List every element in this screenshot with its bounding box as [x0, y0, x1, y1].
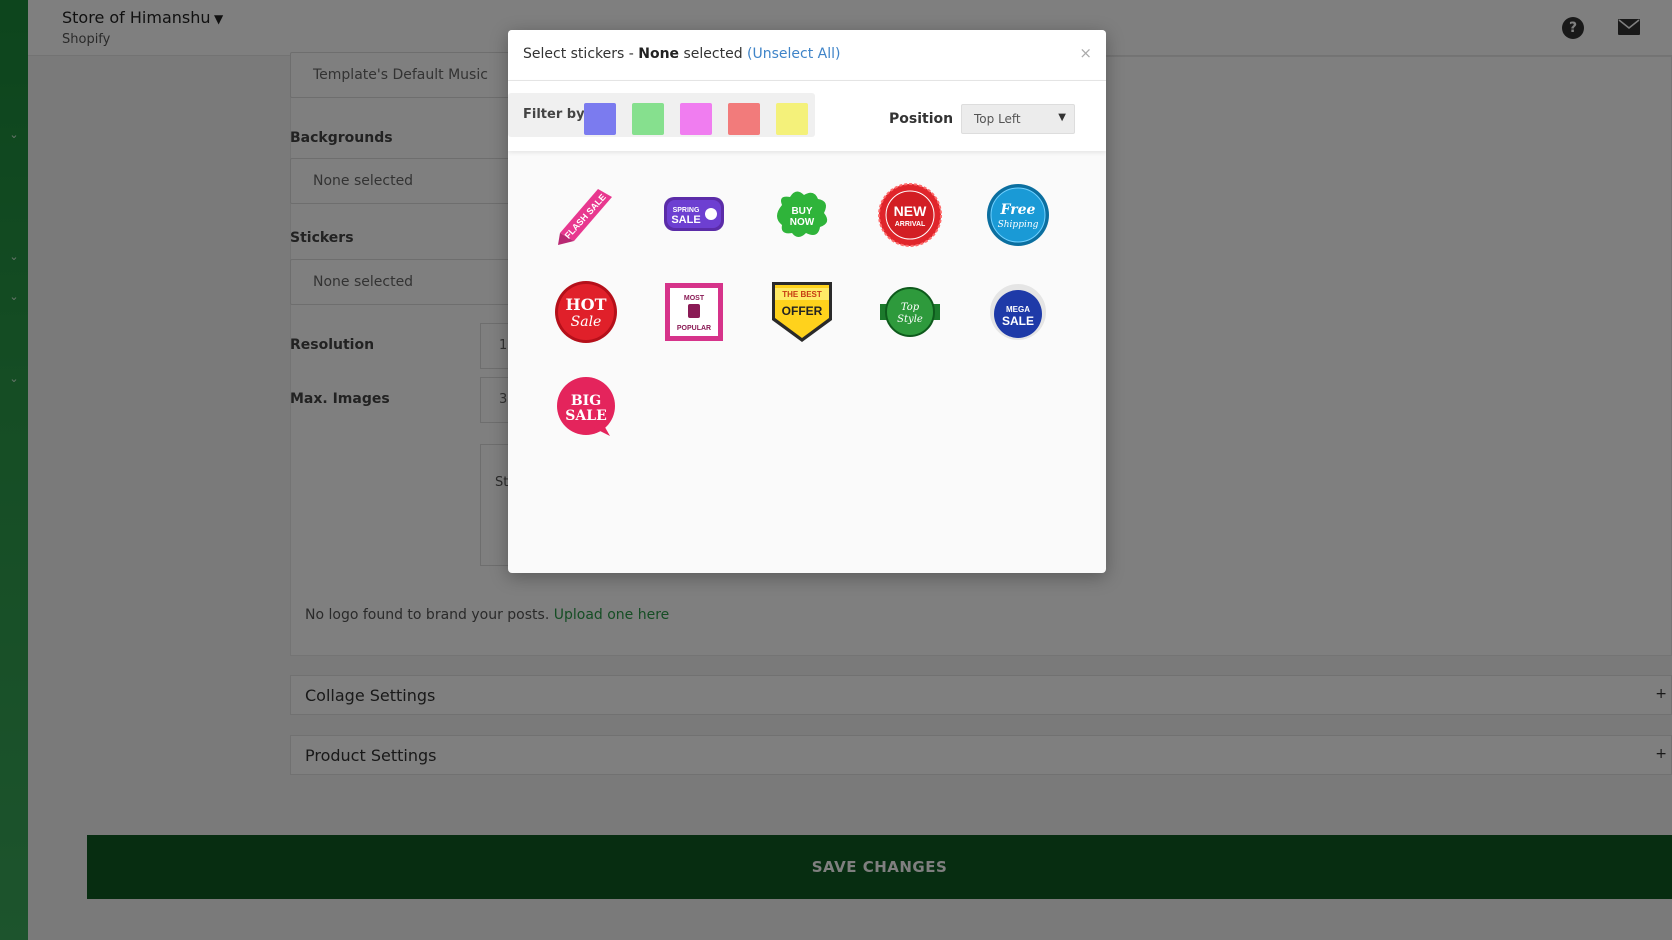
- svg-text:Free: Free: [1000, 202, 1036, 218]
- hot-sale-sticker[interactable]: HOT Sale: [554, 280, 618, 344]
- svg-text:BUY: BUY: [791, 206, 812, 217]
- position-label: Position: [889, 111, 954, 127]
- svg-text:BIG: BIG: [571, 393, 601, 409]
- svg-text:Shipping: Shipping: [998, 220, 1039, 230]
- svg-text:ARRIVAL: ARRIVAL: [895, 221, 926, 228]
- most-popular-sticker[interactable]: MOST POPULAR: [662, 280, 726, 344]
- big-sale-sticker[interactable]: BIG SALE: [554, 376, 618, 440]
- chevron-down-icon: ▼: [1058, 112, 1066, 123]
- modal-title-prefix: Select stickers -: [523, 46, 639, 62]
- svg-text:POPULAR: POPULAR: [677, 325, 711, 332]
- mega-sale-sticker[interactable]: MEGA SALE: [986, 280, 1050, 344]
- svg-text:FLASH SALE: FLASH SALE: [563, 192, 608, 241]
- top-style-sticker[interactable]: Top Style: [878, 280, 942, 344]
- filter-label: Filter by:: [523, 107, 590, 122]
- svg-text:SALE: SALE: [1002, 314, 1034, 328]
- unselect-all-link[interactable]: (Unselect All): [747, 46, 840, 62]
- spring-sale-sticker[interactable]: SPRING SALE: [662, 183, 726, 247]
- buy-now-sticker[interactable]: BUY NOW: [770, 183, 834, 247]
- svg-text:SALE: SALE: [671, 214, 700, 226]
- svg-text:NEW: NEW: [894, 203, 927, 219]
- filter-swatch-red[interactable]: [728, 103, 760, 135]
- flash-sale-sticker[interactable]: FLASH SALE: [554, 183, 618, 247]
- filter-swatch-yellow[interactable]: [776, 103, 808, 135]
- position-select[interactable]: Top Left ▼: [961, 104, 1075, 134]
- close-icon[interactable]: ×: [1079, 44, 1092, 62]
- best-offer-sticker[interactable]: THE BEST OFFER: [770, 280, 834, 344]
- svg-text:MEGA: MEGA: [1006, 305, 1030, 314]
- filter-row: Filter by: Position Top Left ▼: [508, 81, 1106, 151]
- svg-text:Sale: Sale: [571, 314, 602, 330]
- svg-text:NOW: NOW: [790, 217, 815, 228]
- color-filter-group: Filter by:: [508, 93, 815, 137]
- svg-text:HOT: HOT: [566, 295, 607, 314]
- svg-text:SPRING: SPRING: [673, 207, 700, 214]
- svg-text:Style: Style: [897, 314, 923, 325]
- svg-text:SALE: SALE: [565, 408, 607, 424]
- new-arrival-sticker[interactable]: NEW ARRIVAL: [878, 183, 942, 247]
- modal-title-suffix: selected: [679, 46, 748, 62]
- position-value: Top Left: [974, 112, 1021, 126]
- svg-text:THE BEST: THE BEST: [782, 290, 822, 299]
- filter-swatch-blue[interactable]: [584, 103, 616, 135]
- svg-text:Top: Top: [901, 302, 920, 313]
- selected-count: None: [638, 46, 680, 62]
- select-stickers-modal: Select stickers - None selected (Unselec…: [508, 30, 1106, 573]
- filter-swatch-pink[interactable]: [680, 103, 712, 135]
- free-shipping-sticker[interactable]: Free Shipping: [986, 183, 1050, 247]
- filter-swatch-green[interactable]: [632, 103, 664, 135]
- svg-text:MOST: MOST: [684, 295, 705, 302]
- modal-header: Select stickers - None selected (Unselec…: [508, 30, 1106, 81]
- svg-text:OFFER: OFFER: [782, 304, 823, 318]
